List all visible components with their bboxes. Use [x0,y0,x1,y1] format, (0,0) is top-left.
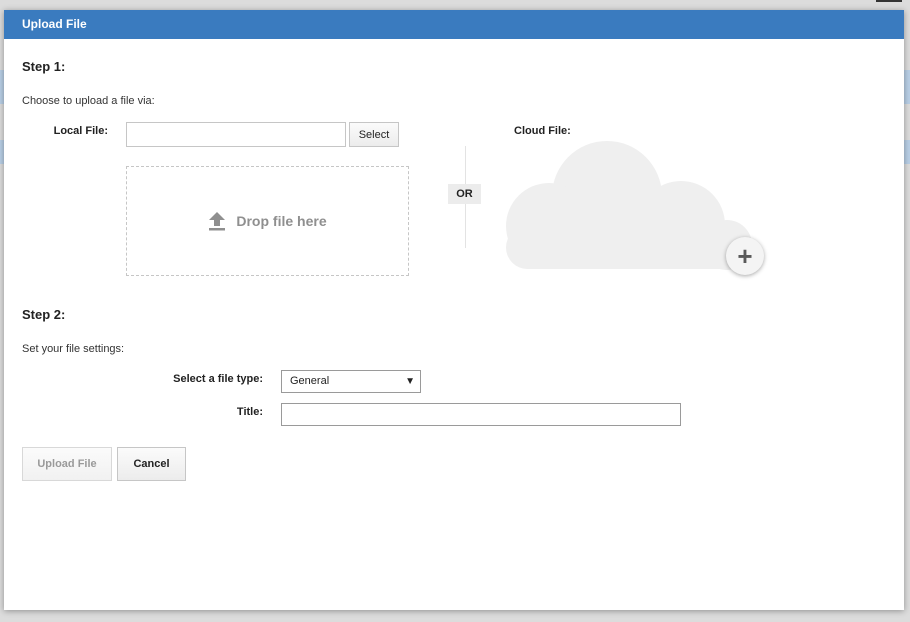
title-input[interactable] [281,403,681,426]
file-type-label: Select a file type: [173,373,263,385]
file-type-value: General [290,375,330,387]
step1-heading: Step 1: [22,59,66,74]
caret-down-icon: ▼ [405,376,415,387]
cloud-shape-base [506,226,752,269]
drop-zone-text: Drop file here [236,213,327,229]
step1-description: Choose to upload a file via: [22,95,155,107]
drop-zone[interactable]: Drop file here [126,166,409,276]
or-separator: OR [448,184,481,204]
step2-heading: Step 2: [22,307,66,322]
background-page-edge [876,0,902,2]
cancel-button[interactable]: Cancel [117,447,186,481]
dialog-title: Upload File [4,10,904,39]
add-cloud-file-button[interactable]: + [726,237,764,275]
upload-arrow-icon [208,211,226,231]
upload-file-button[interactable]: Upload File [22,447,112,481]
cloud-file-label: Cloud File: [514,125,571,137]
upload-file-dialog: Upload File Step 1: Choose to upload a f… [4,10,904,610]
plus-icon: + [737,241,753,271]
file-type-select[interactable]: General ▼ [281,370,421,393]
local-file-input[interactable] [126,122,346,147]
local-file-label: Local File: [53,125,108,137]
cloud-file-picker[interactable]: + [504,138,774,288]
step2-description: Set your file settings: [22,343,125,355]
select-file-button[interactable]: Select [349,122,399,147]
title-label: Title: [236,406,263,418]
